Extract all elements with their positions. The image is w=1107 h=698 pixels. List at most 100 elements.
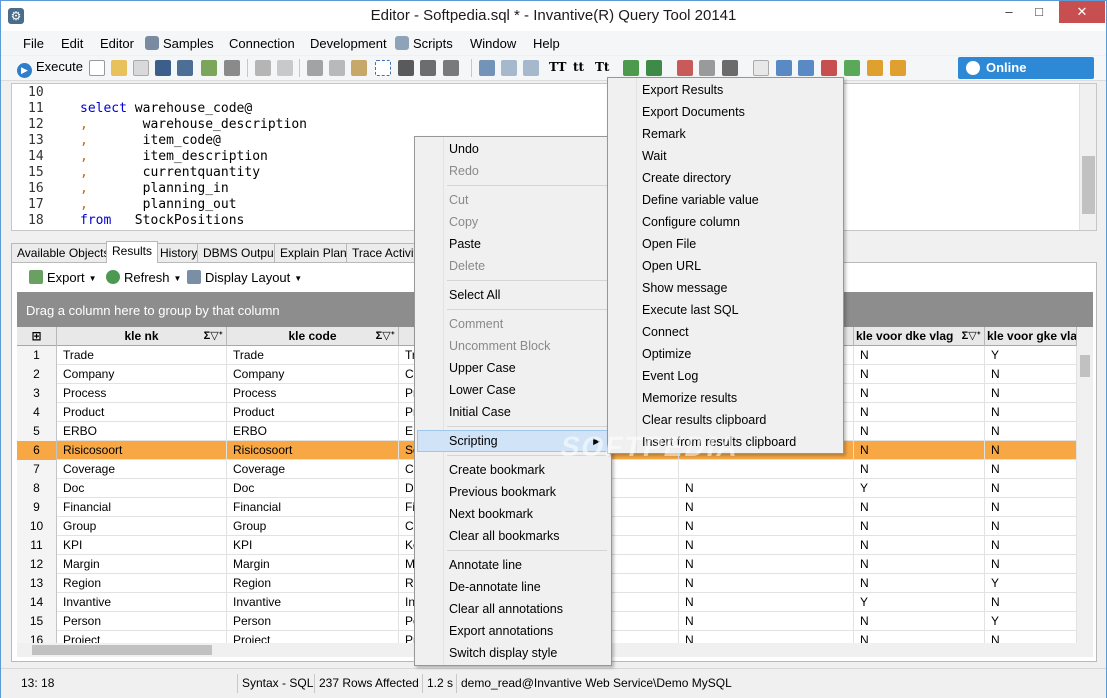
table-cell[interactable]: Trade xyxy=(227,346,399,365)
menu-item-paste[interactable]: Paste xyxy=(417,233,609,255)
table-cell[interactable]: N xyxy=(854,384,985,403)
table-cell[interactable]: Y xyxy=(985,346,1077,365)
open-folder-icon[interactable] xyxy=(111,60,127,76)
table-cell[interactable]: Product xyxy=(57,403,227,422)
options-icon[interactable] xyxy=(722,60,738,76)
table-cell[interactable]: N xyxy=(679,536,854,555)
menu-connection[interactable]: Connection xyxy=(229,36,295,51)
table-cell[interactable]: Financial xyxy=(57,498,227,517)
find-icon[interactable] xyxy=(398,60,414,76)
table-cell[interactable]: Y xyxy=(854,593,985,612)
sql-run-icon[interactable] xyxy=(646,60,662,76)
table-cell[interactable]: Coverage xyxy=(57,460,227,479)
table-cell[interactable]: N xyxy=(985,536,1077,555)
row-number[interactable]: 4 xyxy=(17,403,57,422)
menu-item-previous-bookmark[interactable]: Previous bookmark xyxy=(417,481,609,503)
menu-help[interactable]: Help xyxy=(533,36,560,51)
replace-icon[interactable] xyxy=(443,60,459,76)
find-next-icon[interactable] xyxy=(420,60,436,76)
tag-icon[interactable] xyxy=(677,60,693,76)
table-cell[interactable]: N xyxy=(854,536,985,555)
column-header[interactable]: kle code Σ▽ᐩ xyxy=(227,327,399,346)
txt-doc-icon[interactable] xyxy=(867,60,883,76)
submenu-item-optimize[interactable]: Optimize xyxy=(610,343,841,365)
table-cell[interactable]: N xyxy=(985,479,1077,498)
menu-item-annotate-line[interactable]: Annotate line xyxy=(417,554,609,576)
table-cell[interactable]: N xyxy=(679,574,854,593)
minimize-button[interactable]: – xyxy=(995,1,1023,23)
submenu-item-create-directory[interactable]: Create directory xyxy=(610,167,841,189)
cut-icon[interactable] xyxy=(307,60,323,76)
redo-icon[interactable] xyxy=(277,60,293,76)
refresh-button[interactable]: Refresh ▼ xyxy=(106,270,181,285)
submenu-item-open-file[interactable]: Open File xyxy=(610,233,841,255)
csv-doc-icon[interactable] xyxy=(798,60,814,76)
menu-item-next-bookmark[interactable]: Next bookmark xyxy=(417,503,609,525)
menu-scripts[interactable]: Scripts xyxy=(395,36,453,51)
html-doc-icon[interactable] xyxy=(844,60,860,76)
menu-item-select-all[interactable]: Select All xyxy=(417,284,609,306)
table-cell[interactable]: Group xyxy=(227,517,399,536)
online-assistance-button[interactable]: Online Assistance xyxy=(958,57,1094,97)
menu-item-clear-all-annotations[interactable]: Clear all annotations xyxy=(417,598,609,620)
upper-case-button[interactable]: TT xyxy=(549,60,566,74)
menu-item-switch-display-style[interactable]: Switch display style xyxy=(417,642,609,664)
table-cell[interactable]: N xyxy=(985,403,1077,422)
initial-case-button[interactable]: Tt xyxy=(595,60,609,74)
menu-item-export-annotations[interactable]: Export annotations xyxy=(417,620,609,642)
css-doc-icon[interactable] xyxy=(890,60,906,76)
scrollbar-thumb[interactable] xyxy=(1082,156,1095,214)
table-cell[interactable]: Y xyxy=(985,574,1077,593)
table-cell[interactable]: Risicosoort xyxy=(227,441,399,460)
table-cell[interactable]: N xyxy=(854,422,985,441)
menu-development[interactable]: Development xyxy=(310,36,387,51)
row-number[interactable]: 15 xyxy=(17,612,57,631)
sql-icon[interactable] xyxy=(623,60,639,76)
table-cell[interactable]: ERBO xyxy=(57,422,227,441)
table-cell[interactable]: N xyxy=(985,555,1077,574)
table-cell[interactable]: N xyxy=(679,498,854,517)
submenu-item-open-url[interactable]: Open URL xyxy=(610,255,841,277)
submenu-item-remark[interactable]: Remark xyxy=(610,123,841,145)
table-cell[interactable]: Process xyxy=(57,384,227,403)
menu-window[interactable]: Window xyxy=(470,36,516,51)
tab-history[interactable]: History xyxy=(154,243,204,263)
table-cell[interactable]: N xyxy=(854,574,985,593)
table-cell[interactable]: Coverage xyxy=(227,460,399,479)
table-cell[interactable]: ERBO xyxy=(227,422,399,441)
table-cell[interactable]: Person xyxy=(227,612,399,631)
menu-samples[interactable]: Samples xyxy=(145,36,214,51)
copy-icon[interactable] xyxy=(329,60,345,76)
print-icon[interactable] xyxy=(224,60,240,76)
table-cell[interactable]: N xyxy=(985,460,1077,479)
export-file-icon[interactable] xyxy=(201,60,217,76)
menu-item-undo[interactable]: Undo xyxy=(417,138,609,160)
table-cell[interactable]: N xyxy=(985,517,1077,536)
menu-item-de-annotate-line[interactable]: De-annotate line xyxy=(417,576,609,598)
table-cell[interactable]: Invantive xyxy=(57,593,227,612)
comment-icon[interactable] xyxy=(523,60,539,76)
table-cell[interactable]: Doc xyxy=(227,479,399,498)
lower-case-button[interactable]: tt xyxy=(573,60,584,74)
editor-scrollbar[interactable] xyxy=(1079,84,1096,230)
table-cell[interactable]: Group xyxy=(57,517,227,536)
indent-icon[interactable] xyxy=(479,60,495,76)
row-number[interactable]: 13 xyxy=(17,574,57,593)
table-cell[interactable]: N xyxy=(854,403,985,422)
submenu-item-connect[interactable]: Connect xyxy=(610,321,841,343)
table-cell[interactable]: N xyxy=(985,498,1077,517)
grid-vertical-scrollbar[interactable] xyxy=(1077,327,1093,643)
display-layout-button[interactable]: Display Layout ▼ xyxy=(187,270,302,285)
menu-editor[interactable]: Editor xyxy=(100,36,134,51)
new-file-icon[interactable] xyxy=(89,60,105,76)
submenu-item-export-documents[interactable]: Export Documents xyxy=(610,101,841,123)
table-cell[interactable]: N xyxy=(985,441,1077,460)
save-icon[interactable] xyxy=(155,60,171,76)
column-header[interactable]: kle nk Σ▽ᐩ xyxy=(57,327,227,346)
menu-file[interactable]: File xyxy=(23,36,44,51)
row-number[interactable]: 10 xyxy=(17,517,57,536)
sql-doc-icon[interactable] xyxy=(776,60,792,76)
menu-item-delete[interactable]: Delete xyxy=(417,255,609,277)
submenu-item-define-variable-value[interactable]: Define variable value xyxy=(610,189,841,211)
xml-doc-icon[interactable] xyxy=(821,60,837,76)
